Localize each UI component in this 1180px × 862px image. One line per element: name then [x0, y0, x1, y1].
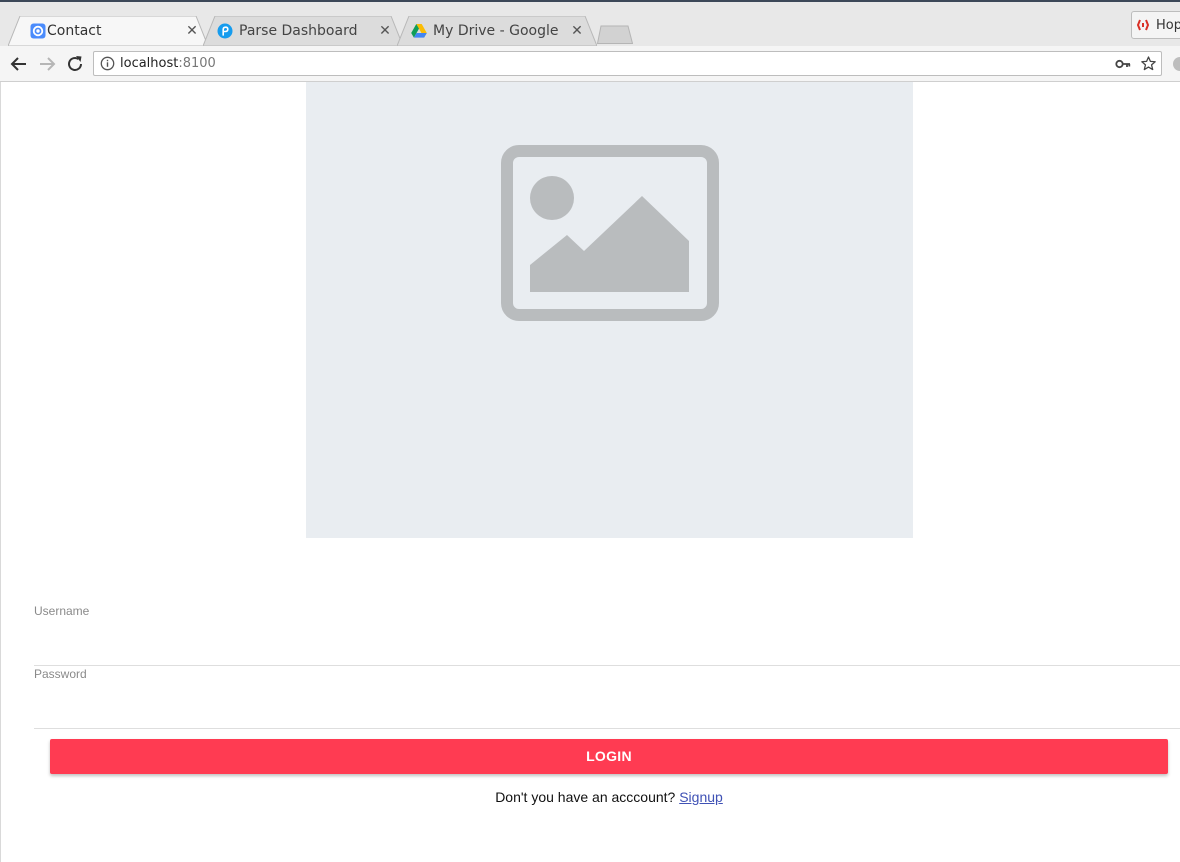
close-icon[interactable]: ✕ [184, 23, 200, 39]
password-input[interactable] [34, 687, 1180, 717]
signup-prompt-line: Don't you have an acccount? Signup [1, 789, 1180, 805]
browser-toolbar: localhost:8100 [0, 46, 1180, 82]
back-arrow-icon[interactable] [7, 52, 31, 76]
url-port: :8100 [178, 56, 216, 71]
url-text: localhost:8100 [120, 56, 216, 71]
extension-chip[interactable]: Hop [1131, 11, 1180, 39]
tab-title: Contact [47, 23, 102, 39]
username-input[interactable] [34, 624, 1180, 654]
tab-title: Parse Dashboard [239, 23, 358, 39]
tab-bar: Contact ✕ Parse Dashboard ✕ My Drive - G… [0, 2, 1180, 46]
address-bar[interactable]: localhost:8100 [93, 51, 1162, 76]
new-tab-button[interactable] [597, 24, 633, 44]
url-host: localhost [120, 56, 179, 71]
page-content: Username Password LOGIN Don't you have a… [0, 82, 1180, 862]
image-placeholder-icon [501, 145, 719, 321]
username-label: Username [34, 604, 90, 618]
close-icon[interactable]: ✕ [377, 23, 393, 39]
ionic-icon [30, 23, 46, 39]
login-button[interactable]: LOGIN [50, 739, 1168, 774]
google-drive-icon [411, 24, 427, 38]
tab-google-drive[interactable]: My Drive - Google D ✕ [397, 16, 597, 46]
tab-parse-dashboard[interactable]: Parse Dashboard ✕ [203, 16, 403, 46]
password-field[interactable]: Password [34, 667, 1180, 729]
hero-image [306, 82, 913, 538]
username-field[interactable]: Username [34, 604, 1180, 666]
reload-icon[interactable] [63, 52, 87, 76]
key-icon[interactable] [1115, 56, 1131, 72]
extension-label: Hop [1156, 18, 1180, 33]
info-icon[interactable] [100, 56, 115, 71]
signup-prompt: Don't you have an acccount? [495, 789, 676, 805]
bookmark-star-icon[interactable] [1140, 55, 1157, 72]
forward-arrow-icon[interactable] [35, 52, 59, 76]
signup-link[interactable]: Signup [679, 789, 723, 805]
parse-icon [217, 23, 233, 39]
password-label: Password [34, 667, 87, 681]
profile-icon[interactable] [1168, 54, 1180, 74]
close-icon[interactable]: ✕ [569, 23, 585, 39]
tab-title: My Drive - Google D [433, 23, 563, 39]
extension-icon [1136, 19, 1150, 31]
tab-contact[interactable]: Contact ✕ [8, 16, 208, 46]
